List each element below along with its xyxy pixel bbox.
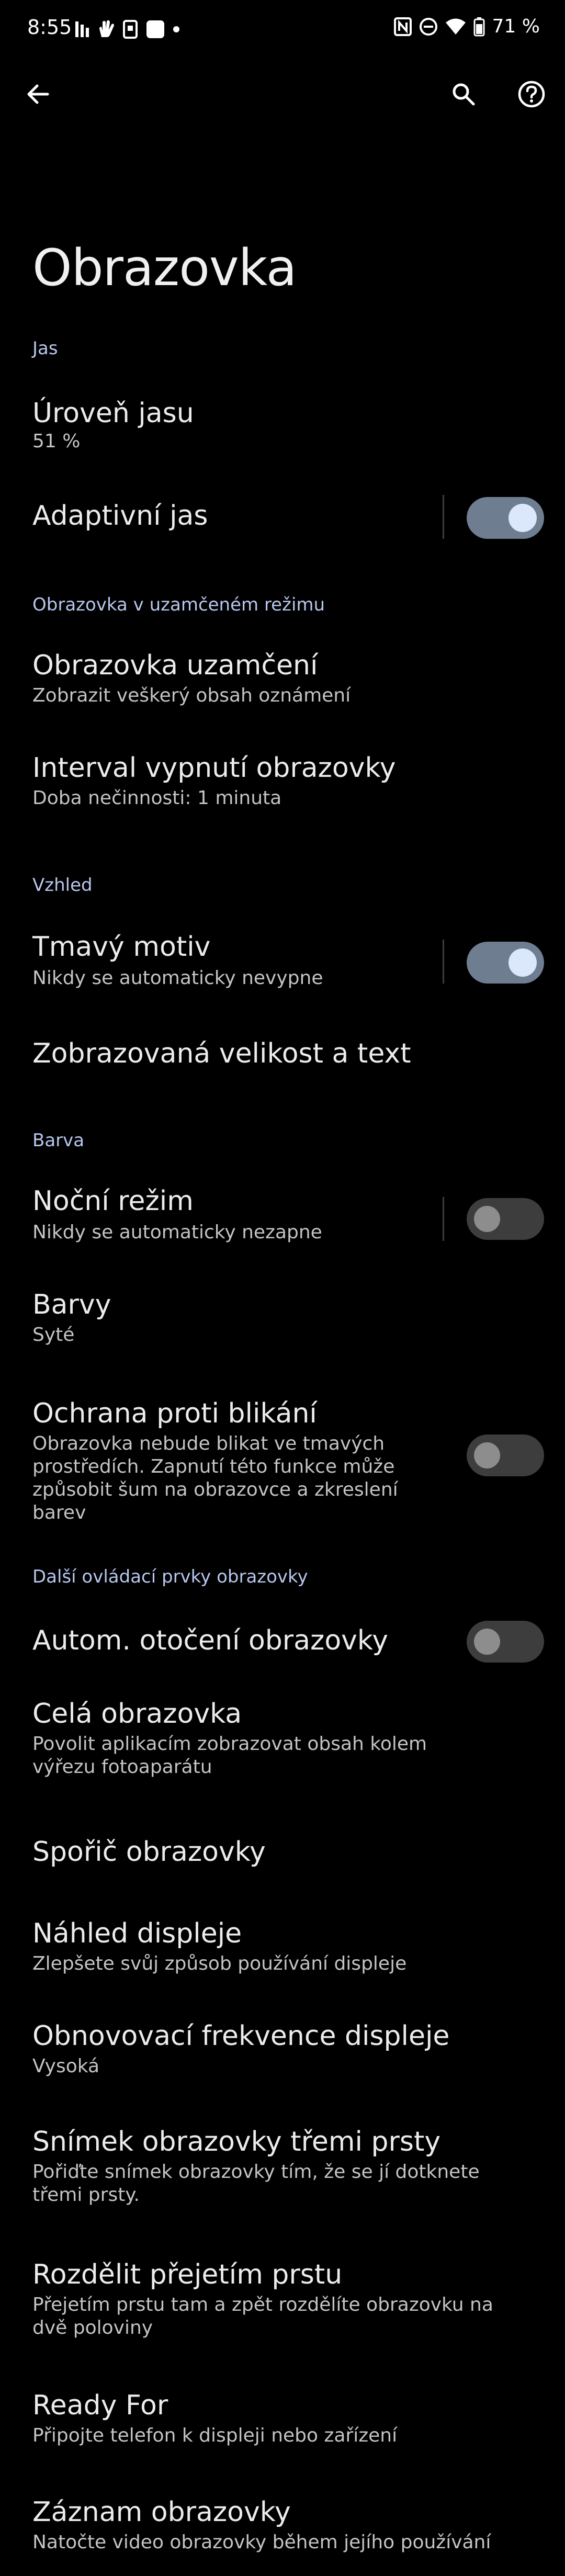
status-right-icons: 71 % <box>393 16 540 37</box>
full-screen-title: Celá obrazovka <box>32 1698 242 1730</box>
dark-theme-item[interactable]: Tmavý motiv Nikdy se automaticky nevypne <box>0 914 565 1014</box>
status-time: 8:55 <box>27 16 72 39</box>
three-finger-screenshot-title: Snímek obrazovky třemi prsty <box>32 2126 441 2157</box>
switch-thumb <box>474 1206 500 1232</box>
screen-record-item[interactable]: Záznam obrazovky Natočte video obrazovky… <box>0 2480 565 2576</box>
swipe-split-item[interactable]: Rozdělit přejetím prstu Přejetím prstu t… <box>0 2240 565 2373</box>
night-light-switch[interactable] <box>467 1198 544 1240</box>
lockscreen-item[interactable]: Obrazovka uzamčení Zobrazit veškerý obsa… <box>0 632 565 731</box>
swipe-split-summary: Přejetím prstu tam a zpět rozdělíte obra… <box>32 2294 493 2338</box>
auto-rotate-item[interactable]: Autom. otočení obrazovky <box>0 1604 565 1682</box>
app-bar <box>0 62 565 127</box>
section-label-appearance: Vzhled <box>32 875 93 896</box>
back-button[interactable] <box>18 74 58 114</box>
night-light-title: Noční režim <box>32 1185 194 1217</box>
night-light-item[interactable]: Noční režim Nikdy se automaticky nezapne <box>0 1169 565 1268</box>
section-label-other: Další ovládací prvky obrazovky <box>32 1566 308 1587</box>
display-preview-summary: Zlepšete svůj způsob používání displeje <box>32 1953 407 1974</box>
lockscreen-summary: Zobrazit veškerý obsah oznámení <box>32 685 351 706</box>
screen-timeout-item[interactable]: Interval vypnutí obrazovky Doba nečinnos… <box>0 731 565 836</box>
switch-thumb <box>474 1442 500 1468</box>
screen-record-title: Záznam obrazovky <box>32 2496 291 2528</box>
battery-percent: 71 % <box>492 16 540 37</box>
adaptive-brightness-item[interactable]: Adaptivní jas <box>0 472 565 564</box>
switch-thumb <box>474 1629 500 1655</box>
section-label-color: Barva <box>32 1130 85 1151</box>
refresh-rate-summary: Vysoká <box>32 2055 100 2077</box>
search-icon <box>453 83 475 106</box>
do-not-disturb-icon <box>419 17 437 36</box>
page-title: Obrazovka <box>32 239 297 298</box>
notification-icon-1 <box>75 21 89 37</box>
nfc-icon <box>393 17 412 36</box>
screen-saver-item[interactable]: Spořič obrazovky <box>0 1816 565 1893</box>
screen-timeout-summary: Doba nečinnosti: 1 minuta <box>32 787 282 809</box>
divider <box>443 495 444 539</box>
status-left-icons <box>74 18 180 41</box>
adaptive-brightness-title: Adaptivní jas <box>32 500 208 532</box>
colors-title: Barvy <box>32 1289 111 1320</box>
full-screen-item[interactable]: Celá obrazovka Povolit aplikacím zobrazo… <box>0 1682 565 1816</box>
lockscreen-title: Obrazovka uzamčení <box>32 650 318 681</box>
switch-thumb <box>508 504 537 532</box>
status-bar: 8:55 71 % <box>0 0 565 62</box>
screen-saver-title: Spořič obrazovky <box>32 1836 266 1868</box>
divider <box>443 940 444 984</box>
night-light-summary: Nikdy se automaticky nezapne <box>32 1222 322 1243</box>
brightness-level-value: 51 % <box>32 431 81 452</box>
battery-icon <box>473 17 485 36</box>
section-label-lock: Obrazovka v uzamčeném režimu <box>32 594 325 615</box>
section-label-brightness: Jas <box>32 338 58 359</box>
flicker-protection-summary: Obrazovka nebude blikat ve tmavých prost… <box>32 1433 398 1523</box>
dark-theme-summary: Nikdy se automaticky nevypne <box>32 967 323 989</box>
dark-theme-switch[interactable] <box>467 942 544 984</box>
brightness-level-item[interactable]: Úroveň jasu 51 % <box>0 383 565 472</box>
colors-summary: Syté <box>32 1324 75 1346</box>
auto-rotate-switch[interactable] <box>467 1621 544 1663</box>
display-preview-title: Náhled displeje <box>32 1918 242 1949</box>
gesture-icon <box>99 20 114 37</box>
flicker-protection-title: Ochrana proti blikání <box>32 1398 317 1429</box>
arrow-back-icon <box>27 84 49 104</box>
colors-item[interactable]: Barvy Syté <box>0 1268 565 1371</box>
switch-thumb <box>508 948 537 977</box>
ready-for-item[interactable]: Ready For Připojte telefon k displeji ne… <box>0 2373 565 2480</box>
square-app-icon <box>146 20 164 38</box>
ready-for-title: Ready For <box>32 2390 168 2421</box>
wifi-icon <box>445 18 466 35</box>
swipe-split-title: Rozdělit přejetím prstu <box>32 2259 343 2290</box>
device-icon <box>123 20 138 39</box>
brightness-level-title: Úroveň jasu <box>32 398 194 429</box>
refresh-rate-item[interactable]: Obnovovací frekvence displeje Vysoká <box>0 1997 565 2105</box>
full-screen-summary: Povolit aplikacím zobrazovat obsah kolem… <box>32 1733 427 1778</box>
dark-theme-title: Tmavý motiv <box>32 931 211 963</box>
auto-rotate-title: Autom. otočení obrazovky <box>32 1625 388 1656</box>
flicker-protection-switch[interactable] <box>467 1434 544 1476</box>
dot-icon <box>173 26 179 32</box>
screen-record-summary: Natočte video obrazovky během jejího pou… <box>32 2532 491 2553</box>
three-finger-screenshot-item[interactable]: Snímek obrazovky třemi prsty Pořiďte sní… <box>0 2105 565 2240</box>
three-finger-screenshot-summary: Pořiďte snímek obrazovky tím, že se jí d… <box>32 2161 480 2206</box>
ready-for-summary: Připojte telefon k displeji nebo zařízen… <box>32 2425 398 2446</box>
refresh-rate-title: Obnovovací frekvence displeje <box>32 2020 450 2052</box>
display-preview-item[interactable]: Náhled displeje Zlepšete svůj způsob pou… <box>0 1893 565 1997</box>
display-size-title: Zobrazovaná velikost a text <box>32 1038 411 1069</box>
adaptive-brightness-switch[interactable] <box>467 497 544 539</box>
help-button[interactable] <box>512 74 551 114</box>
display-size-item[interactable]: Zobrazovaná velikost a text <box>0 1014 565 1106</box>
divider <box>443 1197 444 1241</box>
screen-timeout-title: Interval vypnutí obrazovky <box>32 752 396 784</box>
flicker-protection-item[interactable]: Ochrana proti blikání Obrazovka nebude b… <box>0 1371 565 1543</box>
help-icon <box>518 81 545 108</box>
search-button[interactable] <box>444 74 483 114</box>
